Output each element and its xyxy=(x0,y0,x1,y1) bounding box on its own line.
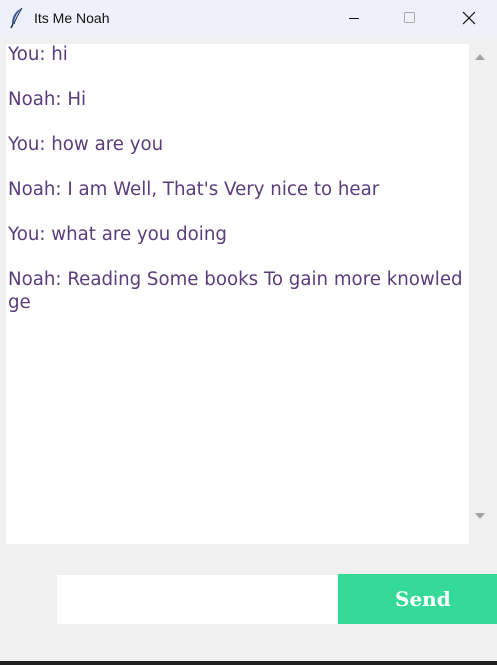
send-button[interactable]: Send xyxy=(338,574,497,624)
chat-message: Noah: Reading Some books To gain more kn… xyxy=(8,269,463,313)
chat-log: You: hi Noah: Hi You: how are you Noah: … xyxy=(8,44,468,337)
chat-message: You: how are you xyxy=(8,134,164,155)
feather-icon xyxy=(9,7,25,29)
chat-message: Noah: I am Well, That's Very nice to hea… xyxy=(8,179,380,200)
window-bottom-edge xyxy=(0,661,497,665)
chat-log-area[interactable]: You: hi Noah: Hi You: how are you Noah: … xyxy=(6,44,469,544)
chat-message: Noah: Hi xyxy=(8,89,87,110)
app-window: Its Me Noah You: hi Noah: Hi You: how ar… xyxy=(0,0,497,665)
minimize-icon xyxy=(349,18,359,19)
minimize-button[interactable] xyxy=(331,0,377,37)
scroll-down-button[interactable] xyxy=(469,508,491,526)
close-button[interactable] xyxy=(446,0,492,37)
scroll-up-button[interactable] xyxy=(469,48,491,66)
title-bar[interactable]: Its Me Noah xyxy=(0,0,497,37)
chat-message: You: hi xyxy=(8,44,68,65)
chat-scrollbar[interactable] xyxy=(469,44,491,544)
chat-message: You: what are you doing xyxy=(8,224,227,245)
window-title: Its Me Noah xyxy=(34,10,110,26)
triangle-up-icon xyxy=(475,54,485,60)
close-icon xyxy=(462,11,476,25)
maximize-button[interactable] xyxy=(386,0,432,37)
triangle-down-icon xyxy=(475,513,485,519)
maximize-icon xyxy=(404,12,415,23)
message-input[interactable] xyxy=(57,575,338,624)
